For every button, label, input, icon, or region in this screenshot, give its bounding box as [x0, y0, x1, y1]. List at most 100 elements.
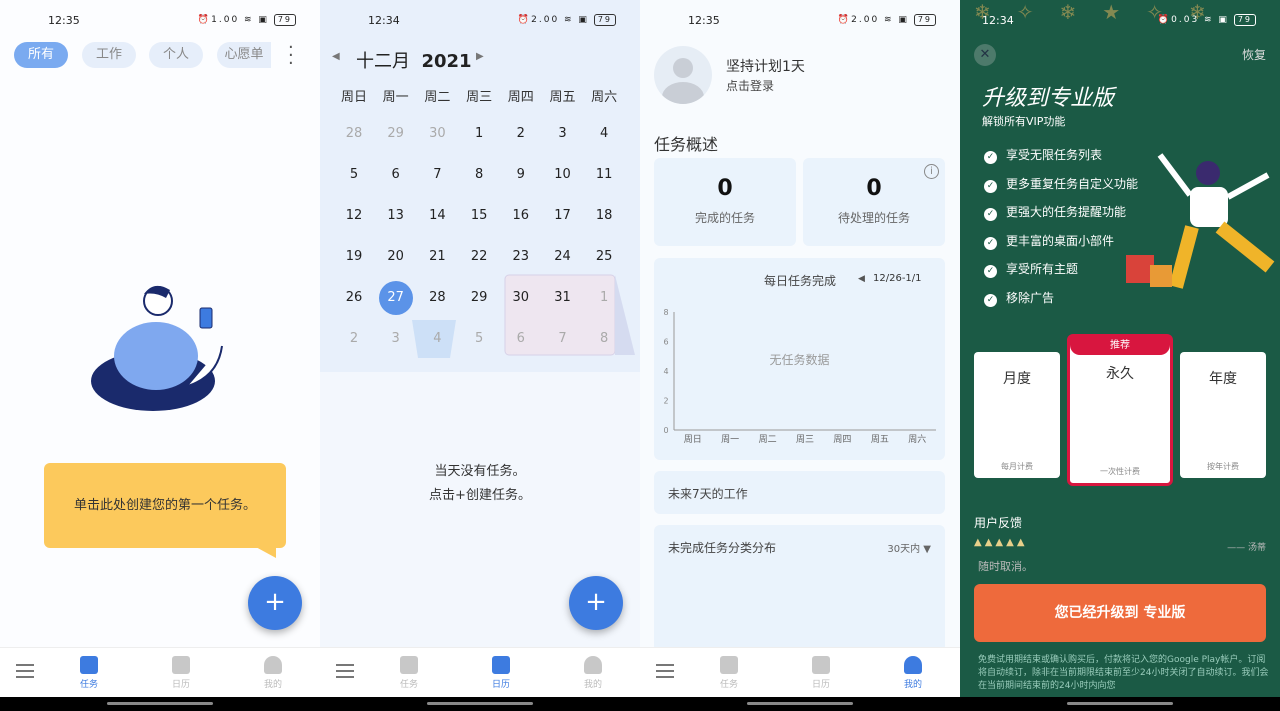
calendar-day[interactable]: 25	[587, 240, 621, 274]
calendar-day[interactable]: 9	[504, 158, 538, 192]
plan-yearly[interactable]: 年度 按年计费	[1180, 352, 1266, 478]
calendar-day[interactable]: 7	[420, 158, 454, 192]
chip-all[interactable]: 所有	[14, 42, 68, 68]
plan-sub: 按年计费	[1207, 462, 1239, 471]
range-dropdown[interactable]: 30天内 ▼	[887, 540, 931, 555]
nav-me[interactable]: 我的	[893, 656, 933, 690]
calendar-day[interactable]: 20	[379, 240, 413, 274]
calendar-day[interactable]: 8	[462, 158, 496, 192]
calendar-day[interactable]: 8	[587, 322, 621, 356]
calendar-day[interactable]: 5	[337, 158, 371, 192]
calendar-day[interactable]: 1	[462, 117, 496, 151]
calendar-day[interactable]: 16	[504, 199, 538, 233]
completed-card[interactable]: 0 完成的任务	[654, 158, 796, 246]
avatar[interactable]	[654, 46, 712, 104]
calendar-day[interactable]: 31	[546, 281, 580, 315]
calendar-day[interactable]: 18	[587, 199, 621, 233]
prev-week-button[interactable]: ◀	[858, 274, 865, 284]
calendar-day[interactable]: 30	[420, 117, 454, 151]
calendar-day[interactable]: 13	[379, 199, 413, 233]
nav-tasks[interactable]: 任务	[69, 656, 109, 690]
calendar-day[interactable]: 15	[462, 199, 496, 233]
login-link[interactable]: 点击登录	[726, 77, 774, 94]
calendar-day[interactable]: 12	[337, 199, 371, 233]
chip-personal[interactable]: 个人	[149, 42, 203, 68]
calendar-day[interactable]: 11	[587, 158, 621, 192]
calendar-day[interactable]: 4	[420, 322, 454, 356]
calendar-day[interactable]: 7	[546, 322, 580, 356]
person-icon	[904, 656, 922, 674]
info-icon[interactable]: i	[924, 164, 939, 179]
person-icon	[584, 656, 602, 674]
menu-icon[interactable]	[16, 664, 34, 678]
caret-down-icon: ▼	[923, 544, 931, 555]
calendar-day[interactable]: 28	[420, 281, 454, 315]
pending-label: 待处理的任务	[837, 211, 910, 225]
check-icon: ✓	[984, 208, 997, 221]
calendar-day[interactable]: 14	[420, 199, 454, 233]
battery-icon: 79	[913, 14, 936, 26]
home-indicator[interactable]	[427, 702, 533, 705]
chip-work[interactable]: 工作	[82, 42, 136, 68]
home-indicator[interactable]	[747, 702, 853, 705]
calendar-day[interactable]: 28	[337, 117, 371, 151]
person-icon	[264, 656, 282, 674]
calendar-day[interactable]: 29	[379, 117, 413, 151]
calendar-day[interactable]: 4	[587, 117, 621, 151]
create-task-tooltip[interactable]: 单击此处创建您的第一个任务。	[44, 463, 286, 558]
nav-me[interactable]: 我的	[253, 656, 293, 690]
calendar-day[interactable]: 22	[462, 240, 496, 274]
status-time: 12:34	[982, 14, 1014, 27]
y-tick-label: 8	[663, 308, 668, 317]
next-month-button[interactable]: ▶	[476, 51, 484, 62]
nav-tasks[interactable]: 任务	[709, 656, 749, 690]
plan-title: 年度	[1209, 371, 1237, 387]
home-indicator[interactable]	[1067, 702, 1173, 705]
month-label: 十二月	[356, 51, 410, 72]
pending-card[interactable]: i 0 待处理的任务	[803, 158, 945, 246]
calendar-day[interactable]: 3	[379, 322, 413, 356]
calendar-day[interactable]: 1	[587, 281, 621, 315]
calendar-day[interactable]: 6	[504, 322, 538, 356]
calendar-day[interactable]: 30	[504, 281, 538, 315]
add-task-button[interactable]: +	[248, 576, 302, 630]
upgrade-button[interactable]: 您已经升级到 专业版	[974, 584, 1266, 642]
menu-icon[interactable]	[336, 664, 354, 678]
add-task-button[interactable]: +	[569, 576, 623, 630]
calendar-day[interactable]: 29	[462, 281, 496, 315]
calendar-day[interactable]: 2	[504, 117, 538, 151]
calendar-day[interactable]: 17	[546, 199, 580, 233]
calendar-day[interactable]: 10	[546, 158, 580, 192]
nav-tasks[interactable]: 任务	[389, 656, 429, 690]
calendar-day[interactable]: 19	[337, 240, 371, 274]
prev-month-button[interactable]: ◀	[332, 51, 340, 62]
check-icon: ✓	[984, 236, 997, 250]
calendar-day[interactable]: 2	[337, 322, 371, 356]
tasks-screen: 12:35 ⏰1.00 ≋ ▣ 79 所有 工作 个人 心愿单 · · · 单击此处…	[0, 0, 320, 697]
nav-calendar[interactable]: 日历	[161, 656, 201, 690]
calendar-day[interactable]: 5	[462, 322, 496, 356]
net-speed: 2.00	[851, 15, 880, 25]
restore-button[interactable]: 恢复	[1242, 46, 1266, 63]
calendar-day[interactable]: 24	[546, 240, 580, 274]
menu-icon[interactable]	[656, 664, 674, 678]
calendar-day[interactable]: 23	[504, 240, 538, 274]
calendar-day[interactable]: 21	[420, 240, 454, 274]
nav-calendar[interactable]: 日历	[801, 656, 841, 690]
calendar-day[interactable]: 3	[546, 117, 580, 151]
nav-me[interactable]: 我的	[573, 656, 613, 690]
calendar-day[interactable]: 27	[378, 281, 413, 315]
rating-stars: ▲▲▲▲▲	[974, 537, 1028, 548]
next7-card[interactable]: 未来7天的工作	[654, 471, 945, 514]
chip-wishlist[interactable]: 心愿单	[217, 42, 271, 68]
more-options-icon[interactable]: · · ·	[288, 39, 294, 73]
plan-monthly[interactable]: 月度 每月计费	[974, 352, 1060, 478]
check-icon: ✓	[984, 265, 997, 278]
plan-lifetime[interactable]: 推荐 永久 一次性计费	[1067, 334, 1173, 486]
empty-illustration	[91, 285, 223, 411]
close-button[interactable]: ✕	[974, 44, 996, 66]
nav-calendar[interactable]: 日历	[481, 656, 521, 690]
calendar-day[interactable]: 6	[379, 158, 413, 192]
calendar-day[interactable]: 26	[337, 281, 371, 315]
home-indicator[interactable]	[107, 702, 213, 705]
